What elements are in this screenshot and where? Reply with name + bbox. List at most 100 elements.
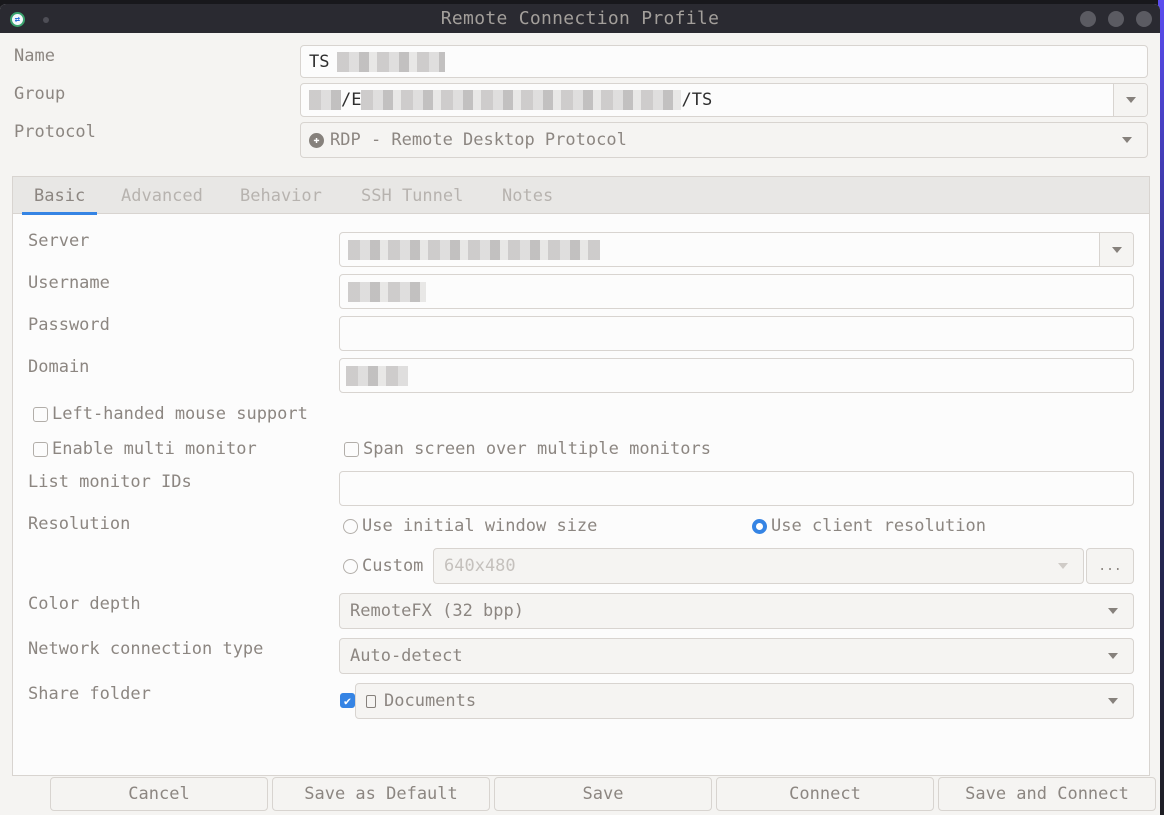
redacted-text — [361, 90, 682, 110]
multi-monitor-label: Enable multi monitor — [52, 439, 257, 459]
username-label: Username — [28, 273, 110, 293]
radio-label: Custom — [362, 556, 424, 576]
username-field[interactable] — [339, 274, 1134, 309]
window-title: Remote Connection Profile — [440, 8, 720, 29]
custom-resolution-combo[interactable]: 640x480 — [433, 548, 1084, 584]
rdp-plugin-icon: ✚ — [309, 132, 324, 148]
save-button[interactable]: Save — [494, 777, 712, 811]
multi-monitor-checkbox[interactable]: Enable multi monitor — [33, 439, 257, 459]
network-type-label: Network connection type — [28, 639, 264, 659]
radio-label: Use client resolution — [771, 516, 986, 536]
protocol-combo[interactable]: ✚ RDP - Remote Desktop Protocol — [300, 122, 1148, 158]
left-handed-label: Left-handed mouse support — [52, 404, 308, 424]
protocol-value: RDP - Remote Desktop Protocol — [330, 130, 627, 150]
tab-advanced[interactable]: Advanced — [109, 177, 215, 214]
radio-label: Use initial window size — [362, 516, 598, 536]
monitor-ids-field[interactable] — [339, 471, 1134, 506]
button-label: Connect — [789, 784, 861, 804]
dialog-action-bar: Cancel Save as Default Save Connect Save… — [0, 776, 1160, 815]
button-label: Save as Default — [304, 784, 458, 804]
domain-field[interactable] — [339, 358, 1134, 393]
radio-unselected-icon — [343, 558, 358, 574]
group-dropdown-button[interactable] — [1113, 84, 1147, 116]
minimize-button[interactable] — [1080, 11, 1096, 27]
left-handed-checkbox[interactable]: Left-handed mouse support — [33, 404, 308, 424]
name-value: TS — [309, 51, 330, 72]
custom-resolution-value: 640x480 — [444, 556, 516, 576]
share-folder-value: Documents — [384, 691, 477, 711]
network-type-combo[interactable]: Auto-detect — [339, 638, 1134, 674]
radio-selected-icon — [752, 518, 767, 534]
tab-label: Notes — [502, 185, 554, 206]
remmina-app-icon: ⇄ — [10, 12, 25, 27]
group-combo[interactable]: /E /TS — [300, 83, 1148, 117]
maximize-button[interactable] — [1108, 11, 1124, 27]
button-label: Save and Connect — [965, 784, 1129, 804]
save-as-default-button[interactable]: Save as Default — [272, 777, 490, 811]
tab-ssh-tunnel[interactable]: SSH Tunnel — [349, 177, 475, 214]
tab-notes[interactable]: Notes — [490, 177, 565, 214]
name-label: Name — [14, 46, 55, 66]
group-value-suffix: /TS — [681, 90, 713, 110]
share-folder-label: Share folder — [28, 684, 151, 704]
close-button[interactable] — [1136, 11, 1152, 27]
save-and-connect-button[interactable]: Save and Connect — [938, 777, 1156, 811]
radio-unselected-icon — [343, 518, 358, 534]
share-folder-chooser[interactable]: Documents — [355, 683, 1134, 719]
cancel-button[interactable]: Cancel — [50, 777, 268, 811]
checkbox-unchecked-icon — [33, 406, 48, 422]
monitor-ids-label: List monitor IDs — [28, 472, 192, 492]
color-depth-label: Color depth — [28, 594, 141, 614]
checkbox-checked-icon: ✔ — [340, 693, 355, 708]
span-screen-label: Span screen over multiple monitors — [363, 439, 711, 459]
sticky-pin-icon[interactable] — [43, 17, 49, 23]
resolution-custom-radio[interactable]: Custom — [343, 556, 423, 576]
group-label: Group — [14, 84, 66, 104]
password-field[interactable] — [339, 316, 1134, 351]
titlebar[interactable]: ⇄ Remote Connection Profile — [0, 4, 1160, 33]
server-label: Server — [28, 231, 90, 251]
protocol-label: Protocol — [14, 122, 96, 142]
custom-resolution-arrow — [1043, 549, 1083, 583]
name-field[interactable]: TS — [300, 45, 1148, 78]
tab-label: Basic — [34, 185, 86, 206]
chevron-down-icon — [1125, 97, 1136, 103]
redacted-text — [348, 239, 600, 260]
chevron-down-icon — [1108, 698, 1118, 704]
more-label: ... — [1098, 558, 1122, 574]
share-folder-arrow — [1093, 684, 1133, 718]
color-depth-combo[interactable]: RemoteFX (32 bpp) — [339, 593, 1134, 629]
button-label: Cancel — [128, 784, 190, 804]
tab-basic[interactable]: Basic — [22, 177, 98, 215]
resolution-label: Resolution — [28, 514, 131, 534]
server-combo[interactable] — [339, 232, 1134, 267]
redacted-text — [348, 281, 426, 302]
chevron-down-icon — [1108, 653, 1118, 659]
protocol-dropdown-arrow — [1107, 123, 1147, 157]
file-icon — [366, 694, 376, 708]
network-type-value: Auto-detect — [350, 646, 463, 666]
domain-label: Domain — [28, 357, 90, 377]
connect-button[interactable]: Connect — [716, 777, 934, 811]
remote-connection-profile-dialog: ⇄ Remote Connection Profile Name TS Grou… — [0, 4, 1160, 815]
checkbox-unchecked-icon — [33, 441, 48, 457]
redacted-text — [337, 51, 446, 72]
tab-bar: Basic Advanced Behavior SSH Tunnel Notes — [13, 177, 1149, 215]
network-type-arrow — [1093, 639, 1133, 673]
color-depth-arrow — [1093, 594, 1133, 628]
resolution-client-radio[interactable]: Use client resolution — [752, 516, 986, 536]
tab-label: Advanced — [121, 185, 203, 206]
checkbox-unchecked-icon — [344, 441, 359, 457]
tab-label: Behavior — [240, 185, 322, 206]
resolution-list-button[interactable]: ... — [1086, 548, 1134, 584]
button-label: Save — [582, 784, 624, 804]
redacted-text — [309, 90, 341, 110]
chevron-down-icon — [1058, 563, 1068, 569]
resolution-initial-window-radio[interactable]: Use initial window size — [343, 516, 597, 536]
server-dropdown-button[interactable] — [1099, 233, 1133, 266]
span-screen-checkbox[interactable]: Span screen over multiple monitors — [344, 439, 711, 459]
tab-label: SSH Tunnel — [361, 185, 464, 206]
password-label: Password — [28, 315, 110, 335]
chevron-down-icon — [1108, 608, 1118, 614]
tab-behavior[interactable]: Behavior — [228, 177, 334, 214]
